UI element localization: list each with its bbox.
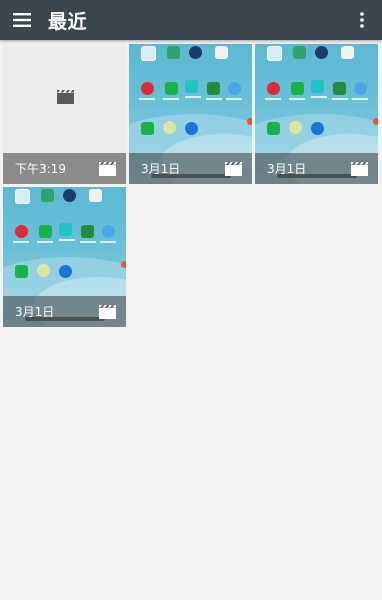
app-icon: [15, 265, 28, 278]
app-icon: [341, 46, 354, 59]
app-icon: [289, 121, 302, 134]
app-icon: [15, 225, 28, 238]
app-icon: [228, 82, 241, 95]
app-icon: [185, 80, 198, 93]
tile-caption: 3月1日: [129, 153, 252, 184]
app-icon: [81, 225, 94, 238]
app-icon: [267, 46, 282, 61]
menu-button[interactable]: [0, 0, 44, 40]
video-clapper-icon: [99, 161, 116, 176]
app-icon: [59, 265, 72, 278]
app-icon: [354, 82, 367, 95]
app-icon: [167, 46, 180, 59]
app-icon: [333, 82, 346, 95]
tile-caption: 3月1日: [255, 153, 378, 184]
tile-date-label: 3月1日: [15, 305, 55, 319]
app-icon: [141, 82, 154, 95]
app-icon: [141, 122, 154, 135]
app-icon: [41, 189, 54, 202]
tile-date-label: 下午3:19: [15, 162, 66, 176]
app-icon: [165, 82, 178, 95]
app-icon: [291, 82, 304, 95]
app-icon: [185, 122, 198, 135]
app-icon: [39, 225, 52, 238]
tile-caption: 下午3:19: [3, 153, 126, 184]
app-icon: [311, 122, 324, 135]
media-tile[interactable]: 3月1日: [255, 44, 378, 184]
app-bar: 最近: [0, 0, 382, 40]
app-icon: [15, 189, 30, 204]
more-vert-icon: [360, 12, 364, 28]
app-icon: [267, 82, 280, 95]
video-clapper-icon: [351, 161, 368, 176]
page-title: 最近: [48, 10, 88, 33]
app-icon: [63, 189, 76, 202]
app-icon: [207, 82, 220, 95]
tile-caption: 3月1日: [3, 296, 126, 327]
app-icon: [89, 189, 102, 202]
app-icon: [102, 225, 115, 238]
tile-date-label: 3月1日: [141, 162, 181, 176]
app-icon: [315, 46, 328, 59]
app-icon: [59, 223, 72, 236]
app-icon: [293, 46, 306, 59]
app-icon: [189, 46, 202, 59]
app-icon: [163, 121, 176, 134]
app-icon: [37, 264, 50, 277]
video-clapper-icon: [225, 161, 242, 176]
app-icon: [141, 46, 156, 61]
media-tile[interactable]: 3月1日: [3, 187, 126, 327]
app-icon: [215, 46, 228, 59]
more-options-button[interactable]: [350, 0, 374, 40]
app-icon: [267, 122, 280, 135]
media-tile[interactable]: 3月1日: [129, 44, 252, 184]
media-tile[interactable]: 下午3:19: [3, 44, 126, 184]
hamburger-menu-icon: [13, 13, 31, 27]
video-clapper-icon: [99, 304, 116, 319]
app-icon: [311, 80, 324, 93]
video-clapper-icon: [57, 90, 74, 104]
tile-date-label: 3月1日: [267, 162, 307, 176]
